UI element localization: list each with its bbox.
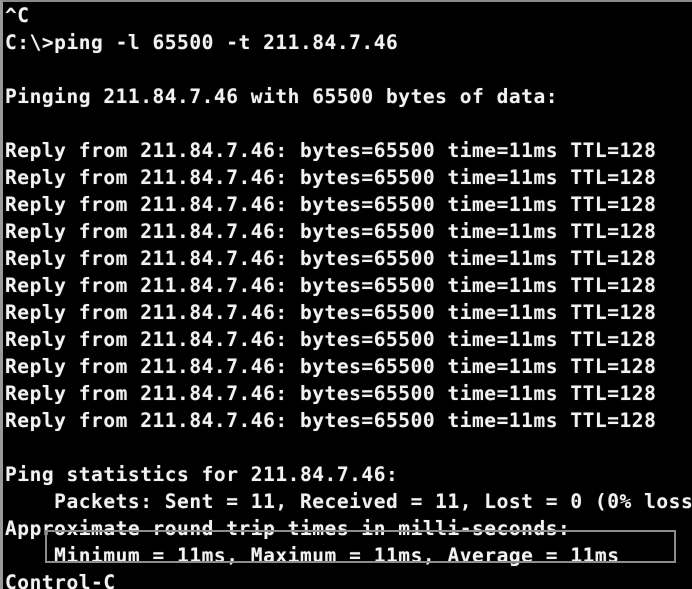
line-reply-7: Reply from 211.84.7.46: bytes=65500 time… [5,301,657,324]
line-control-c: Control-C [5,571,116,589]
line-reply-1: Reply from 211.84.7.46: bytes=65500 time… [5,139,657,162]
line-interrupt: ^C [5,4,30,27]
line-rtt-header: Approximate round trip times in milli-se… [5,517,571,540]
line-reply-9: Reply from 211.84.7.46: bytes=65500 time… [5,355,657,378]
line-blank-2 [3,110,692,137]
line-reply-5: Reply from 211.84.7.46: bytes=65500 time… [5,247,657,270]
line-command: C:\>ping -l 65500 -t 211.84.7.46 [5,31,399,54]
line-pinging: Pinging 211.84.7.46 with 65500 bytes of … [5,85,559,108]
line-reply-2: Reply from 211.84.7.46: bytes=65500 time… [5,166,657,189]
line-reply-4: Reply from 211.84.7.46: bytes=65500 time… [5,220,657,243]
command-prompt-window[interactable]: ^C C:\>ping -l 65500 -t 211.84.7.46 Pingin… [0,0,692,589]
line-reply-3: Reply from 211.84.7.46: bytes=65500 time… [5,193,657,216]
console-output-area[interactable]: ^C C:\>ping -l 65500 -t 211.84.7.46 Pingin… [3,2,692,589]
line-stats-packets: Packets: Sent = 11, Received = 11, Lost … [5,490,692,513]
line-stats-header: Ping statistics for 211.84.7.46: [5,463,399,486]
line-blank-1 [3,56,692,83]
line-reply-8: Reply from 211.84.7.46: bytes=65500 time… [5,328,657,351]
line-reply-11: Reply from 211.84.7.46: bytes=65500 time… [5,409,657,432]
line-rtt-values: Minimum = 11ms, Maximum = 11ms, Average … [5,544,620,567]
line-blank-3 [3,434,692,461]
line-reply-10: Reply from 211.84.7.46: bytes=65500 time… [5,382,657,405]
line-reply-6: Reply from 211.84.7.46: bytes=65500 time… [5,274,657,297]
